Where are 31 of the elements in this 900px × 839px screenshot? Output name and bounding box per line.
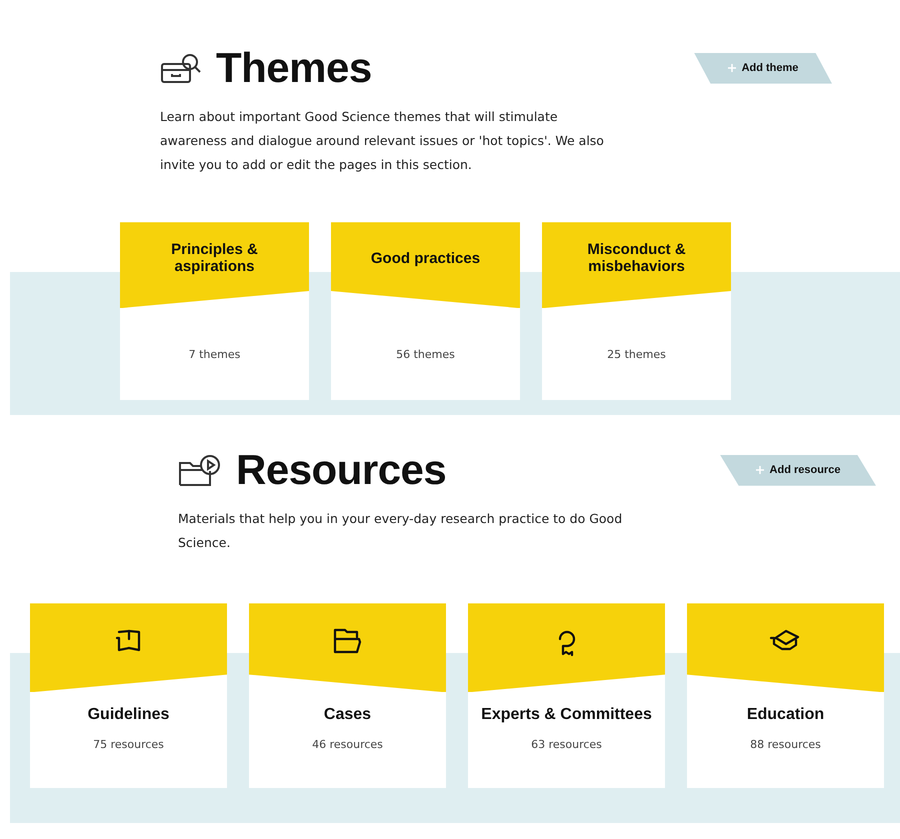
section-title: Resources	[236, 447, 446, 494]
theme-card[interactable]: Good practices 56 themes	[331, 222, 520, 400]
card-title: Misconduct & misbehaviors	[586, 241, 687, 276]
resource-count: 46 resources	[311, 738, 384, 752]
section-title: Themes	[216, 45, 372, 92]
resource-card[interactable]: Experts & Committees 63 resources	[468, 603, 665, 788]
add-resource-button[interactable]: Add resource	[720, 454, 876, 486]
add-theme-button[interactable]: Add theme	[694, 52, 832, 84]
resource-count: 88 resources	[749, 738, 822, 752]
card-title: Education	[746, 706, 826, 724]
resource-count: 75 resources	[92, 738, 165, 752]
resource-card[interactable]: Education 88 resources	[687, 603, 884, 788]
theme-count: 25 themes	[606, 348, 667, 362]
theme-count: 56 themes	[395, 348, 456, 362]
drawer-magnifier-icon	[160, 52, 202, 84]
plus-icon	[756, 466, 764, 474]
theme-card[interactable]: Principles & aspirations 7 themes	[120, 222, 309, 400]
theme-count: 7 themes	[188, 348, 242, 362]
resource-card[interactable]: Cases 46 resources	[249, 603, 446, 788]
plus-icon	[728, 64, 736, 72]
resource-card[interactable]: Guidelines 75 resources	[30, 603, 227, 788]
card-title: Good practices	[370, 250, 482, 267]
card-title: Cases	[322, 706, 372, 724]
card-title: Principles & aspirations	[170, 241, 259, 276]
folder-play-icon	[178, 453, 222, 488]
section-description: Materials that help you in your every-day research practice to do Good Science.	[178, 510, 624, 552]
theme-card[interactable]: Misconduct & misbehaviors 25 themes	[542, 222, 731, 400]
section-description: Learn about important Good Science themes that will stimulate awareness and dialogue around relevant issues or 'hot topics'. We also invite you to add or edit the pages in this section.	[160, 108, 605, 174]
card-title: Guidelines	[86, 706, 170, 724]
card-title: Experts & Committees	[480, 706, 653, 724]
resource-count: 63 resources	[530, 738, 603, 752]
